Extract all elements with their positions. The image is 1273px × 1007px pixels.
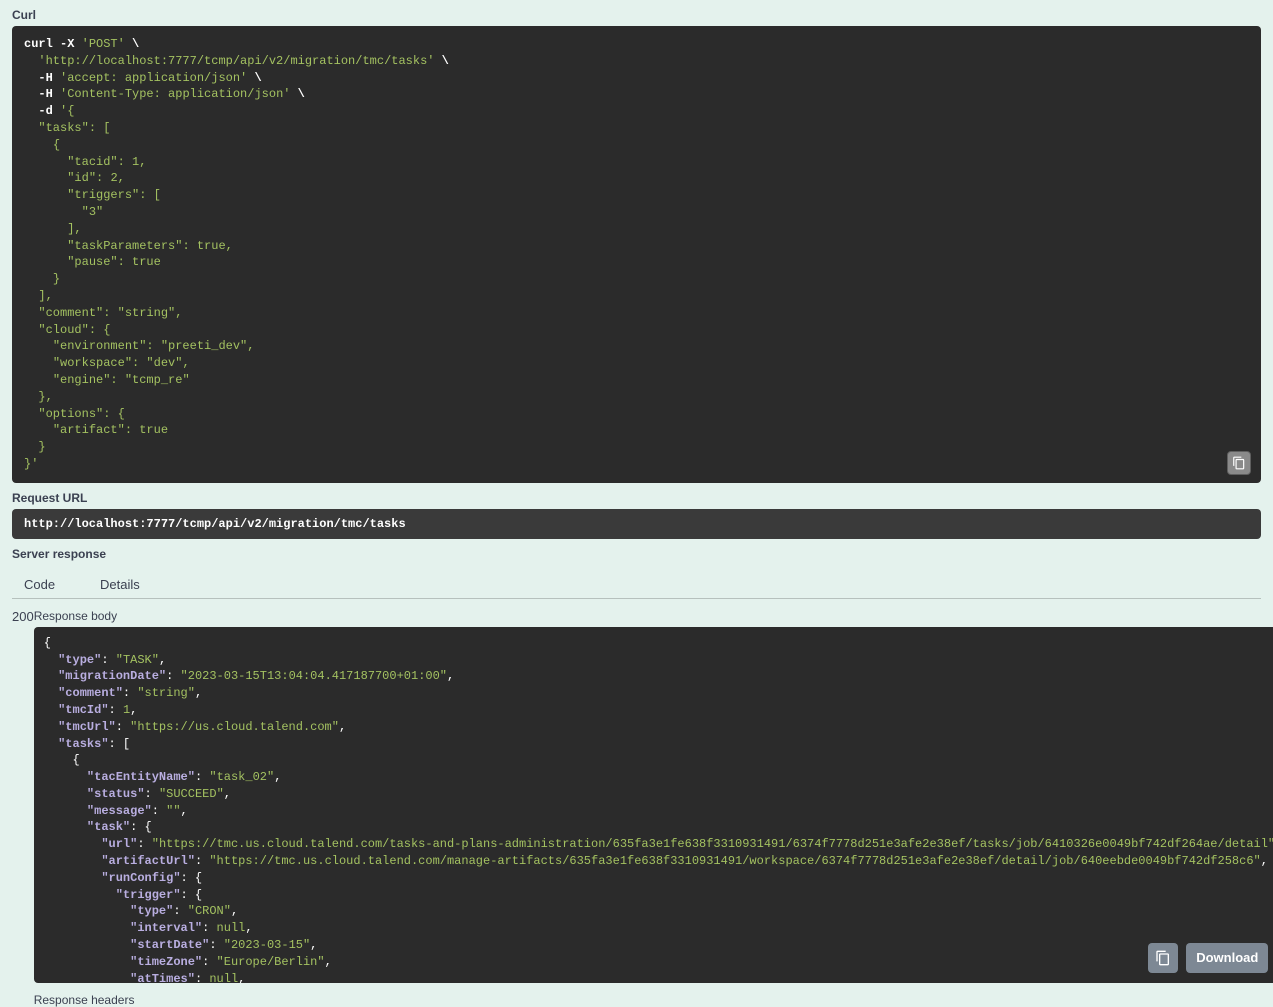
curl-h-accept: application/json	[125, 71, 240, 85]
curl-id: 2	[110, 171, 117, 185]
rb-trigtype: CRON	[195, 904, 224, 918]
curl-artifact: true	[139, 423, 168, 437]
rb-type: TASK	[123, 653, 152, 667]
curl-trigger0: 3	[89, 205, 96, 219]
request-url-value: http://localhost:7777/tcmp/api/v2/migrat…	[12, 509, 1261, 539]
curl-url: http://localhost:7777/tcmp/api/v2/migrat…	[46, 54, 428, 68]
curl-ws: dev	[154, 356, 176, 370]
request-url-label: Request URL	[0, 483, 1273, 509]
rb-artifacturl: https://tmc.us.cloud.talend.com/manage-a…	[217, 854, 1254, 868]
curl-pause: true	[132, 255, 161, 269]
response-headers-label: Response headers	[34, 983, 1273, 1007]
curl-method: POST	[89, 37, 118, 51]
curl-code-block: curl -X 'POST' \ 'http://localhost:7777/…	[12, 26, 1261, 483]
response-table-header: Code Details	[12, 565, 1261, 599]
curl-env: preeti_dev	[168, 339, 240, 353]
rb-tmcurl: https://us.cloud.talend.com	[137, 720, 331, 734]
curl-tacid: 1	[132, 155, 139, 169]
response-body-label: Response body	[34, 609, 1273, 627]
rb-startdate: 2023-03-15	[231, 938, 303, 952]
rb-task-url: https://tmc.us.cloud.talend.com/tasks-an…	[159, 837, 1268, 851]
server-response-label: Server response	[0, 539, 1273, 565]
status-code: 200	[12, 609, 34, 1007]
rb-tz: Europe/Berlin	[224, 955, 318, 969]
curl-h-ct: application/json	[168, 87, 283, 101]
th-details: Details	[100, 577, 140, 592]
response-row: 200 Response body { "type": "TASK", "mig…	[0, 599, 1273, 1007]
rb-comment: string	[145, 686, 188, 700]
download-button[interactable]: Download	[1186, 943, 1268, 973]
rb-tacname: task_02	[217, 770, 267, 784]
curl-tp: true	[197, 239, 226, 253]
curl-engine: tcmp_re	[132, 373, 182, 387]
clipboard-icon	[1232, 456, 1246, 470]
copy-curl-button[interactable]	[1227, 451, 1251, 475]
clipboard-icon	[1155, 950, 1171, 966]
response-body-block: { "type": "TASK", "migrationDate": "2023…	[34, 627, 1273, 983]
rb-status: SUCCEED	[166, 787, 216, 801]
copy-response-button[interactable]	[1148, 943, 1178, 973]
curl-comment: string	[125, 306, 168, 320]
rb-migdate: 2023-03-15T13:04:04.417187700+01:00	[188, 669, 440, 683]
curl-label: Curl	[0, 0, 1273, 26]
th-code: Code	[24, 577, 100, 592]
